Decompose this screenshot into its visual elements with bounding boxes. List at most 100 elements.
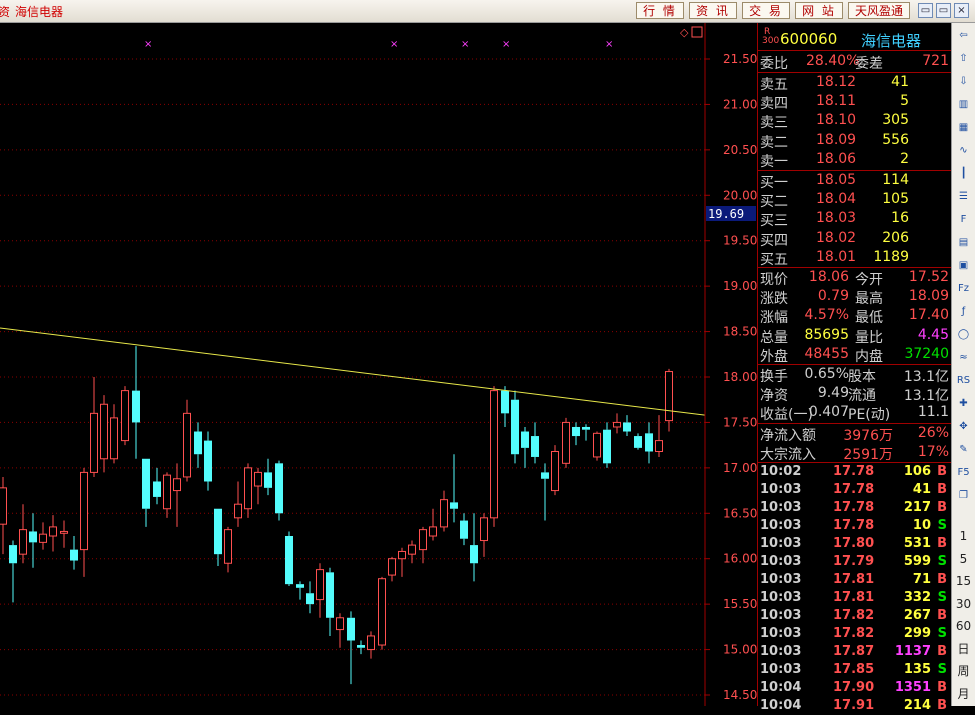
candle — [357, 640, 365, 655]
period-button[interactable]: 15 — [955, 573, 972, 590]
f10-icon[interactable]: F — [955, 211, 972, 228]
stat-row: 涨跌 0.79 最高 18.09 — [760, 288, 949, 308]
candle — [234, 481, 242, 527]
window-icon[interactable]: ❐ — [955, 487, 972, 504]
ask-level: 卖五 18.12 41 — [760, 74, 909, 93]
info-icon[interactable]: ▣ — [955, 257, 972, 274]
candle — [398, 547, 406, 577]
f5-icon[interactable]: F5 — [955, 464, 972, 481]
rsi-icon[interactable]: RS — [955, 372, 972, 389]
candle-body — [285, 536, 293, 585]
diamond-icon[interactable]: ◇ — [680, 26, 689, 39]
minimize-icon[interactable]: ▭ — [918, 3, 933, 18]
close-icon[interactable]: × — [954, 3, 969, 18]
candle-body — [0, 487, 7, 525]
ask-level: 卖二 18.09 556 — [760, 131, 909, 151]
event-marker: × — [461, 39, 469, 50]
candle-body — [367, 635, 375, 651]
tick-label: 16.50 — [723, 506, 757, 520]
fiz-icon[interactable]: Fz — [955, 280, 972, 297]
candle — [214, 508, 222, 566]
maximize-icon[interactable]: ▭ — [936, 3, 951, 18]
grid-icon[interactable]: ▦ — [955, 119, 972, 136]
candle — [501, 386, 509, 427]
trade-row: 10:03 17.82 299 S — [760, 626, 947, 641]
nav-website-button[interactable]: 网 站 — [795, 2, 843, 19]
candle-body — [296, 584, 304, 588]
nav-news-button[interactable]: 资 讯 — [689, 2, 737, 19]
kline-chart[interactable]: × × × × × 21.50 21.00 20.50 20.00 19.50 19.00 18.5… — [0, 23, 757, 706]
candle — [264, 458, 272, 496]
circle-icon[interactable]: ◯ — [955, 326, 972, 343]
trade-row: 10:03 17.78 41 B — [760, 482, 947, 497]
stat-row: 现价 18.06 今开 17.52 — [760, 269, 949, 288]
tick-label: 17.50 — [723, 415, 757, 429]
candle — [645, 422, 653, 464]
candle-body — [264, 472, 272, 488]
period-button[interactable]: 60 — [955, 618, 972, 635]
trend-line[interactable] — [0, 327, 706, 416]
candle-body — [470, 545, 478, 564]
candle-body — [398, 550, 406, 560]
candle-body — [336, 617, 344, 631]
flow-row: 大宗流入 2591万 17% — [760, 444, 949, 463]
candle-body — [347, 617, 355, 641]
line-chart-icon[interactable]: ∿ — [955, 142, 972, 159]
arrow-left-icon[interactable]: ⇦ — [955, 27, 972, 44]
candle-body — [204, 440, 212, 482]
candle-icon[interactable]: ┃ — [955, 165, 972, 182]
pencil-icon[interactable]: ✎ — [955, 441, 972, 458]
period-button[interactable]: 月 — [955, 686, 972, 703]
candle — [551, 445, 559, 496]
candle — [0, 476, 7, 555]
period-button[interactable]: 5 — [955, 551, 972, 568]
candle — [521, 426, 529, 468]
trade-row: 10:03 17.81 71 B — [760, 572, 947, 587]
period-button[interactable]: 日 — [955, 641, 972, 658]
top-bar: 资 海信电器 行 情 资 讯 交 易 网 站 天风盈通 ▭ ▭ × — [0, 0, 975, 23]
period-button[interactable]: 周 — [955, 663, 972, 680]
trade-row: 10:03 17.79 599 S — [760, 554, 947, 569]
candle-body — [521, 431, 529, 448]
report-icon[interactable]: ▤ — [955, 234, 972, 251]
candle-body — [326, 572, 334, 618]
move-icon[interactable]: ✥ — [955, 418, 972, 435]
candle-body — [60, 530, 68, 534]
candle-body — [501, 390, 509, 414]
nav-trade-button[interactable]: 交 易 — [742, 2, 790, 19]
candle-body — [480, 517, 488, 542]
candle-body — [275, 463, 283, 514]
period-button[interactable]: 30 — [955, 596, 972, 613]
candle — [142, 458, 150, 527]
candle-body — [551, 451, 559, 492]
list-icon[interactable]: ☰ — [955, 188, 972, 205]
candle — [173, 463, 181, 527]
nav-tianfeng-button[interactable]: 天风盈通 — [848, 2, 910, 19]
box-icon[interactable] — [691, 26, 703, 38]
candle — [655, 415, 663, 457]
tool-icon[interactable]: ✚ — [955, 395, 972, 412]
candle — [378, 576, 386, 650]
candle — [572, 422, 580, 446]
arrow-up-icon[interactable]: ⇧ — [955, 50, 972, 67]
candle-body — [613, 421, 621, 428]
chart-table-icon[interactable]: ▥ — [955, 96, 972, 113]
candle — [316, 563, 324, 618]
menu-fragment[interactable]: 资 — [0, 3, 10, 20]
nav-quotes-button[interactable]: 行 情 — [636, 2, 684, 19]
fx-icon[interactable]: ƒ — [955, 303, 972, 320]
trade-row: 10:04 17.91 214 B — [760, 698, 947, 713]
event-marker: × — [144, 39, 152, 50]
candle — [347, 611, 355, 685]
candle — [603, 422, 611, 468]
candle-body — [531, 436, 539, 457]
arrow-down-icon[interactable]: ⇩ — [955, 73, 972, 90]
wave-icon[interactable]: ≈ — [955, 349, 972, 366]
candle-body — [153, 481, 161, 497]
tick-label: 14.50 — [723, 688, 757, 702]
tick-label: 20.50 — [723, 143, 757, 157]
trade-row: 10:03 17.81 332 S — [760, 590, 947, 605]
event-marker: × — [605, 39, 613, 50]
period-button[interactable]: 1 — [955, 528, 972, 545]
event-marker: × — [502, 39, 510, 50]
